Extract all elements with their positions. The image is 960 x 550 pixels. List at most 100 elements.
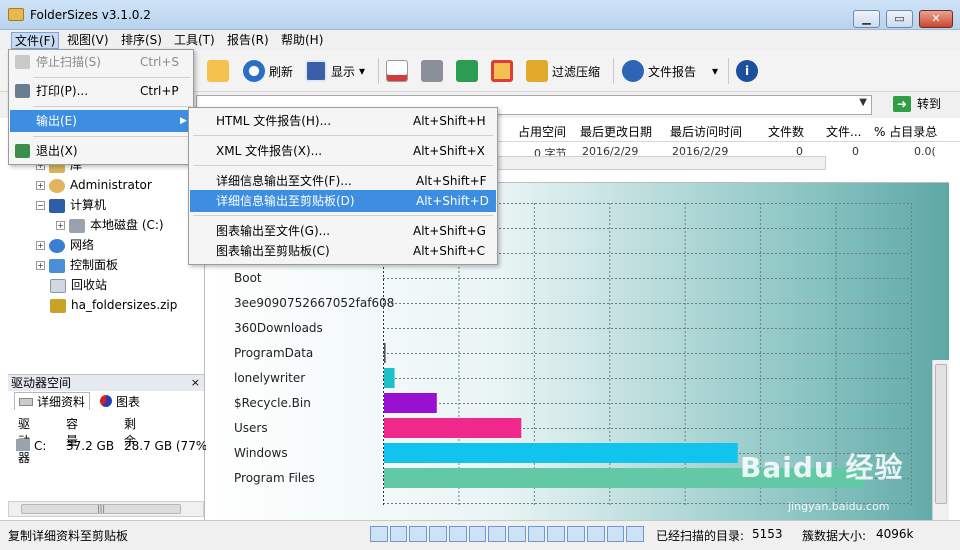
filter-compress-button[interactable]: 过滤压缩 — [526, 58, 600, 84]
list-scrollbar[interactable] — [496, 156, 826, 170]
menu-report[interactable]: 报告(R) — [224, 32, 272, 49]
menu-view[interactable]: 视图(V) — [64, 32, 112, 49]
goto-label: 转到 — [917, 97, 942, 111]
tree-collapse-icon[interactable]: − — [36, 201, 45, 210]
chart-scrollbar[interactable] — [932, 360, 949, 520]
tree-item-network[interactable]: + 网络 — [36, 236, 94, 254]
progress-cell — [567, 526, 585, 542]
bar[interactable] — [384, 393, 437, 413]
column-size[interactable]: 占用空间 — [518, 123, 566, 140]
progress-cell — [527, 526, 546, 542]
category-label: Users — [234, 421, 268, 435]
column-files[interactable]: 文件... — [826, 123, 861, 140]
menu-chart-to-file[interactable]: 图表输出至文件(G)... Alt+Shift+G — [190, 220, 496, 242]
checklist-button[interactable] — [386, 58, 408, 84]
drive-panel-tabs: 详细资料 图表 — [8, 392, 140, 410]
drive-panel-scrollbar[interactable]: ||| — [8, 501, 204, 517]
folder-app-icon — [8, 8, 24, 21]
tree-item-recycle-bin[interactable]: 回收站 — [50, 276, 107, 294]
maximize-button[interactable]: ▭ — [886, 10, 913, 28]
tree-label: 回收站 — [71, 278, 108, 292]
menu-separator — [33, 136, 191, 137]
drive-capacity: 37.2 GB — [66, 439, 115, 453]
menu-sort[interactable]: 排序(S) — [118, 32, 165, 49]
menu-file[interactable]: 文件(F) — [11, 32, 60, 49]
category-label: Boot — [234, 271, 262, 285]
bar[interactable] — [384, 368, 395, 388]
drive-letter: C: — [34, 439, 47, 453]
printer-icon — [15, 84, 30, 98]
tree-item-administrator[interactable]: + Administrator — [36, 176, 152, 194]
menu-item-label: HTML 文件报告(H)... — [216, 114, 332, 128]
tree-expand-icon[interactable]: + — [36, 261, 45, 270]
folder-up-icon — [207, 60, 229, 82]
column-percent[interactable]: % 占目录总 — [874, 123, 937, 140]
scrollbar-thumb[interactable] — [935, 364, 947, 504]
delete-folder-button[interactable] — [491, 58, 513, 84]
menu-details-to-clipboard[interactable]: 详细信息输出至剪贴板(D) Alt+Shift+D — [190, 190, 496, 212]
menu-tools[interactable]: 工具(T) — [171, 32, 218, 49]
menu-item-label: 图表输出至文件(G)... — [216, 224, 331, 238]
scanned-dirs-label: 已经扫描的目录: — [656, 529, 745, 543]
column-file-count[interactable]: 文件数 — [768, 123, 804, 140]
up-folder-button[interactable] — [207, 58, 229, 84]
tree-label: ha_foldersizes.zip — [71, 298, 178, 312]
tab-details-label: 详细资料 — [37, 395, 86, 409]
progress-cell — [547, 526, 566, 542]
drive-free: 28.7 GB (77% — [124, 439, 208, 453]
tab-details[interactable]: 详细资料 — [14, 392, 91, 410]
menu-print[interactable]: 打印(P)... Ctrl+P — [10, 80, 192, 102]
bar[interactable] — [384, 443, 738, 463]
menu-stop-scan[interactable]: 停止扫描(S) Ctrl+S — [10, 51, 192, 73]
menu-chart-to-clipboard[interactable]: 图表输出至剪贴板(C) Alt+Shift+C — [190, 240, 496, 262]
menu-details-to-file[interactable]: 详细信息输出至文件(F)... Alt+Shift+F — [190, 170, 496, 192]
menu-xml-report[interactable]: XML 文件报告(X)... Alt+Shift+X — [190, 140, 496, 162]
tree-item-computer[interactable]: − 计算机 — [36, 196, 106, 214]
refresh-button[interactable]: 刷新 — [243, 58, 293, 84]
scrollbar-thumb[interactable]: ||| — [21, 504, 181, 514]
progress-cell — [429, 526, 447, 542]
bar[interactable] — [384, 343, 386, 363]
tree-item-control-panel[interactable]: + 控制面板 — [36, 256, 118, 274]
title-bar: FolderSizes v3.1.0.2 ▁ ▭ ✕ — [0, 0, 960, 30]
display-dropdown-icon: ▾ — [359, 64, 366, 78]
minimize-button[interactable]: ▁ — [853, 10, 880, 28]
bar[interactable] — [384, 418, 522, 438]
tree-expand-icon[interactable]: + — [36, 241, 45, 250]
tree-item-zip-file[interactable]: ha_foldersizes.zip — [50, 296, 177, 314]
menu-item-label: 详细信息输出至剪贴板(D) — [216, 194, 355, 208]
drive-panel-close-icon[interactable]: × — [191, 375, 200, 391]
tree-expand-icon[interactable]: + — [56, 221, 65, 230]
column-modified[interactable]: 最后更改日期 — [580, 123, 652, 140]
scanned-dirs-value: 5153 — [752, 527, 783, 541]
file-report-button[interactable]: 文件报告 — [622, 58, 696, 84]
menu-exit[interactable]: 退出(X) — [10, 140, 192, 162]
tree-item-local-disk-c[interactable]: + 本地磁盘 (C:) — [56, 216, 164, 234]
column-accessed[interactable]: 最后访问时间 — [670, 123, 742, 140]
pie-chart-icon — [100, 395, 113, 407]
baidu-watermark: Baidu 经验 — [740, 451, 904, 484]
network-button[interactable] — [456, 58, 478, 84]
drive-scan-button[interactable] — [421, 58, 443, 84]
goto-button[interactable]: ➜ 转到 — [893, 95, 941, 112]
menu-separator — [193, 215, 493, 216]
cluster-size-value: 4096k — [876, 527, 914, 541]
menu-help[interactable]: 帮助(H) — [278, 32, 326, 49]
tree-expand-icon[interactable]: + — [36, 181, 45, 190]
display-button[interactable]: 显示 ▾ — [305, 58, 365, 84]
menu-export[interactable]: 输出(E) ▶ — [10, 110, 192, 132]
report-dropdown-icon[interactable]: ▾ — [712, 58, 718, 84]
drive-icon — [421, 60, 443, 82]
tab-chart[interactable]: 图表 — [100, 392, 140, 410]
file-report-label: 文件报告 — [648, 64, 697, 79]
category-label: lonelywriter — [234, 371, 305, 385]
tree-label: Administrator — [70, 178, 152, 192]
info-button[interactable]: i — [736, 58, 758, 84]
path-dropdown-icon[interactable]: ▼ — [859, 97, 867, 108]
menu-html-report[interactable]: HTML 文件报告(H)... Alt+Shift+H — [190, 110, 496, 132]
progress-cell — [468, 526, 487, 542]
close-button[interactable]: ✕ — [919, 10, 953, 28]
status-bar: 复制详细资料至剪贴板 已经扫描的目录: 5153 簇数据大小: 4096k — [0, 520, 960, 550]
folder-delete-icon — [491, 60, 513, 82]
stop-icon — [15, 55, 30, 69]
